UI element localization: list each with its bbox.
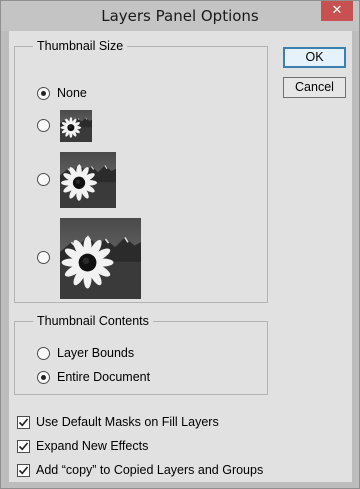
ok-button[interactable]: OK <box>283 47 346 68</box>
close-icon: ✕ <box>331 3 343 18</box>
title-bar: Layers Panel Options ✕ <box>1 1 359 31</box>
add-copy-label: Add “copy” to Copied Layers and Groups <box>36 463 264 477</box>
thumbnail-small-radio[interactable] <box>37 119 50 132</box>
layers-panel-options-dialog: Layers Panel Options ✕ Thumbnail Size No… <box>0 0 360 489</box>
use-default-masks-checkbox[interactable] <box>17 416 30 429</box>
cancel-button[interactable]: Cancel <box>283 77 346 98</box>
dialog-title: Layers Panel Options <box>101 7 259 25</box>
thumbnail-size-legend: Thumbnail Size <box>33 38 128 54</box>
thumbnail-size-group: Thumbnail Size None <box>14 38 268 303</box>
thumbnail-none-label: None <box>57 86 87 100</box>
sunflower-image-icon <box>60 152 116 208</box>
checkmark-icon <box>18 418 29 427</box>
thumbnail-none-radio[interactable] <box>37 87 50 100</box>
dialog-body: Thumbnail Size None Thumbnail Contents L… <box>9 31 352 482</box>
sunflower-image-icon <box>60 218 141 299</box>
entire-document-radio[interactable] <box>37 371 50 384</box>
use-default-masks-label: Use Default Masks on Fill Layers <box>36 415 219 429</box>
sunflower-image-icon <box>60 110 92 142</box>
thumbnail-large-radio[interactable] <box>37 251 50 264</box>
checkmark-icon <box>18 442 29 451</box>
thumbnail-small-preview[interactable] <box>60 110 92 142</box>
expand-new-effects-checkbox[interactable] <box>17 440 30 453</box>
close-button[interactable]: ✕ <box>321 1 353 21</box>
thumbnail-large-preview[interactable] <box>60 218 141 299</box>
thumbnail-contents-legend: Thumbnail Contents <box>33 313 153 329</box>
entire-document-label: Entire Document <box>57 370 151 384</box>
thumbnail-medium-preview[interactable] <box>60 152 116 208</box>
add-copy-checkbox[interactable] <box>17 464 30 477</box>
checkmark-icon <box>18 466 29 475</box>
layer-bounds-label: Layer Bounds <box>57 346 135 360</box>
layer-bounds-radio[interactable] <box>37 347 50 360</box>
expand-new-effects-label: Expand New Effects <box>36 439 149 453</box>
thumbnail-contents-group: Thumbnail Contents Layer Bounds Entire D… <box>14 313 268 395</box>
thumbnail-medium-radio[interactable] <box>37 173 50 186</box>
